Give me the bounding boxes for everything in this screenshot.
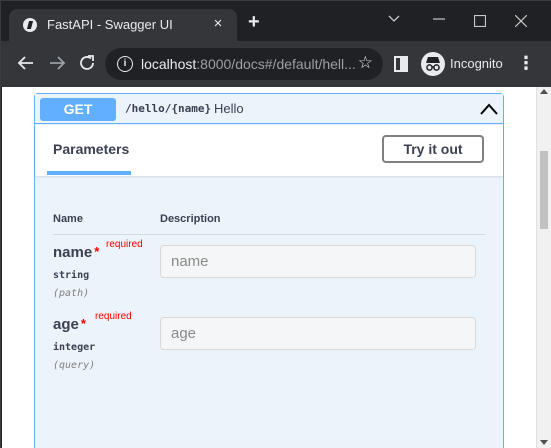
new-tab-button[interactable]: + [248, 12, 260, 32]
window-close-icon[interactable] [501, 9, 541, 35]
scroll-down-arrow-icon[interactable] [540, 440, 548, 445]
operation-path: /hello/{name} [125, 102, 212, 115]
url-text[interactable]: localhost:8000/docs#/default/hell... [141, 56, 356, 72]
parameters-tab[interactable]: Parameters [53, 141, 129, 157]
forward-arrow-icon[interactable] [48, 54, 68, 74]
column-header-description: Description [160, 213, 221, 225]
url-path: :8000/docs#/default/hell... [196, 56, 356, 72]
tab-close-icon[interactable]: × [209, 14, 227, 34]
parameters-header: Parameters Try it out [35, 125, 503, 176]
back-arrow-icon[interactable] [17, 54, 37, 74]
bookmark-star-icon[interactable]: ☆ [358, 53, 373, 73]
fastapi-favicon-icon [23, 18, 37, 32]
required-label: required [106, 239, 143, 250]
param-name-text: name [53, 244, 93, 261]
side-panel-icon[interactable] [394, 56, 408, 72]
browser-window: FastAPI - Swagger UI × + i localhost:800… [0, 0, 551, 448]
required-star: * [80, 316, 86, 331]
maximize-icon[interactable] [460, 9, 500, 35]
try-it-out-button[interactable]: Try it out [382, 135, 484, 163]
operation-summary[interactable]: GET /hello/{name} Hello [35, 94, 503, 124]
operation-summary-text: Hello [214, 101, 244, 116]
param-type: integer [53, 342, 96, 353]
http-method-badge: GET [40, 98, 116, 121]
param-age-text: age [53, 316, 79, 333]
required-label: required [95, 311, 132, 322]
required-star: * [94, 244, 100, 259]
site-info-icon[interactable]: i [117, 56, 133, 72]
param-age-label: age * [53, 316, 86, 333]
page-viewport: GET /hello/{name} Hello Parameters Try i… [2, 87, 551, 448]
tab-search-chevron-icon[interactable] [374, 9, 414, 35]
scroll-up-arrow-icon[interactable] [540, 89, 548, 94]
tab-fastapi-swagger[interactable]: FastAPI - Swagger UI × [9, 9, 237, 41]
param-location: (path) [53, 288, 90, 299]
column-header-name: Name [53, 213, 83, 225]
name-input[interactable] [160, 245, 476, 278]
address-bar[interactable]: i localhost:8000/docs#/default/hell... ☆ [105, 48, 383, 80]
tab-title: FastAPI - Swagger UI [47, 17, 173, 32]
header-divider [53, 234, 485, 235]
param-type: string [53, 270, 90, 281]
collapse-chevron-up-icon[interactable] [479, 100, 499, 118]
param-name-label: name * [53, 244, 99, 261]
vertical-scrollbar[interactable] [536, 87, 551, 448]
minimize-icon[interactable] [419, 9, 459, 35]
scrollbar-thumb[interactable] [540, 151, 548, 229]
age-input[interactable] [160, 317, 476, 350]
incognito-icon[interactable] [421, 52, 445, 76]
param-location: (query) [53, 360, 96, 371]
url-host: localhost [141, 56, 197, 72]
tab-strip: FastAPI - Swagger UI × + [1, 1, 551, 41]
browser-toolbar: i localhost:8000/docs#/default/hell... ☆… [1, 41, 551, 87]
browser-menu-icon[interactable]: ⋮ [517, 53, 535, 73]
operation-block: GET /hello/{name} Hello Parameters Try i… [34, 93, 504, 448]
parameters-tab-underline [47, 171, 131, 175]
incognito-label[interactable]: Incognito [450, 56, 503, 71]
reload-icon[interactable] [78, 54, 98, 74]
